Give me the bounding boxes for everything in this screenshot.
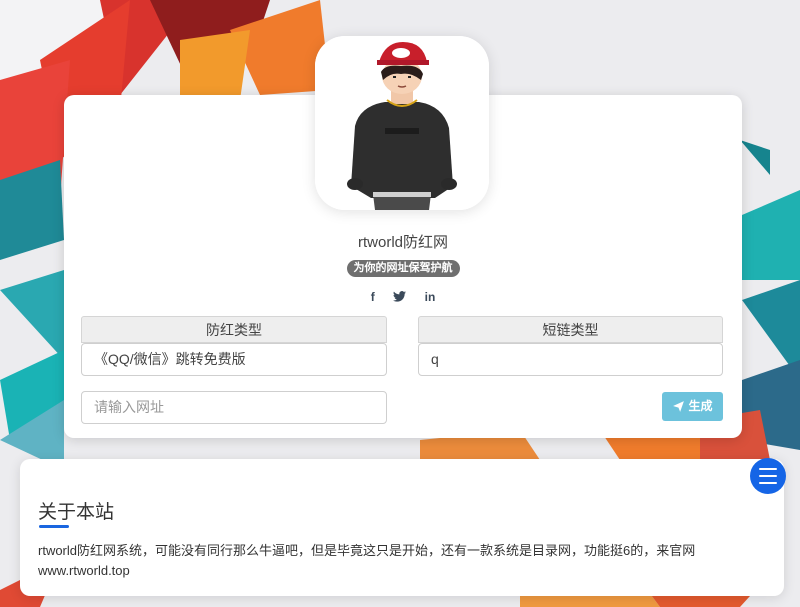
avatar-illustration: [315, 36, 489, 210]
linkedin-icon[interactable]: in: [425, 290, 436, 304]
slogan-wrapper: 为你的网址保驾护航: [64, 258, 742, 277]
about-text: rtworld防红网系统，可能没有同行那么牛逼吧，但是毕竟这只是开始，还有一款系…: [38, 543, 696, 578]
social-links: f in: [64, 288, 742, 306]
menu-button[interactable]: [750, 458, 786, 494]
hamburger-icon: [759, 468, 777, 489]
facebook-icon[interactable]: f: [371, 290, 375, 304]
anti-type-header: 防红类型: [81, 316, 387, 343]
generate-button[interactable]: 生成: [662, 392, 723, 421]
link-type-header: 短链类型: [418, 316, 723, 343]
avatar: [315, 36, 489, 210]
twitter-icon[interactable]: [393, 290, 407, 304]
about-title: 关于本站: [38, 502, 115, 523]
site-title: rtworld防红网: [357, 234, 448, 251]
send-icon: [673, 401, 685, 412]
link-type-select[interactable]: q: [418, 343, 723, 376]
slogan-badge: 为你的网址保驾护航: [346, 260, 460, 277]
url-input[interactable]: 请输入网址: [81, 391, 387, 424]
generate-label: 生成: [688, 399, 713, 413]
about-title-underline: [39, 525, 69, 528]
anti-type-select[interactable]: 《QQ/微信》跳转免费版: [81, 343, 387, 376]
